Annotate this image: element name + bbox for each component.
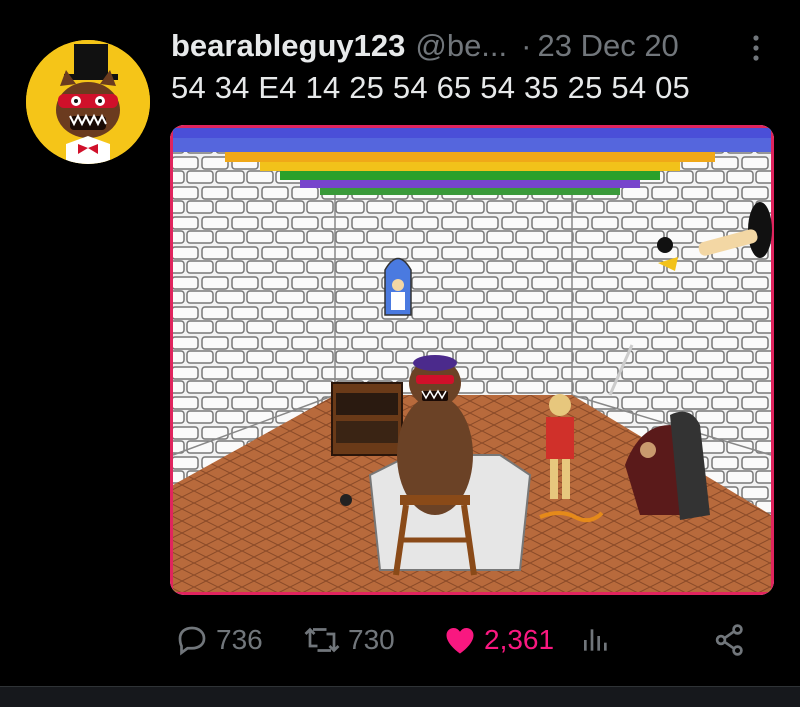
reply-icon (178, 626, 206, 656)
user-handle[interactable]: @be... (415, 28, 507, 64)
share-button[interactable] (712, 622, 748, 658)
tweet-media-image[interactable] (170, 125, 774, 595)
retweet-icon (304, 627, 340, 653)
tweet-text: 54 34 E4 14 25 54 65 54 35 25 54 05 (171, 70, 690, 105)
separator-dot: · (521, 28, 532, 63)
reply-count: 736 (216, 624, 263, 655)
avatar[interactable] (26, 40, 150, 164)
like-button[interactable]: 2,361 (442, 622, 554, 658)
tweet-header: bearableguy123 @be... · 23 Dec 20 (171, 26, 760, 66)
more-vertical-icon (753, 35, 759, 61)
tweet-actions: 736 730 2,361 (172, 616, 752, 664)
tweet-date[interactable]: 23 Dec 20 (537, 28, 678, 64)
bear-avatar-icon (26, 40, 150, 164)
analytics-button[interactable] (580, 622, 612, 658)
heart-icon (446, 628, 474, 654)
display-name[interactable]: bearableguy123 (171, 28, 405, 64)
more-options-button[interactable] (744, 30, 768, 66)
share-icon (715, 624, 743, 656)
reply-button[interactable]: 736 (174, 622, 263, 658)
like-count: 2,361 (484, 624, 555, 655)
retweet-count: 730 (348, 624, 395, 655)
dungeon-illustration (170, 125, 774, 595)
bottom-divider (0, 686, 800, 707)
retweet-button[interactable]: 730 (302, 622, 395, 658)
analytics-icon (584, 629, 607, 651)
